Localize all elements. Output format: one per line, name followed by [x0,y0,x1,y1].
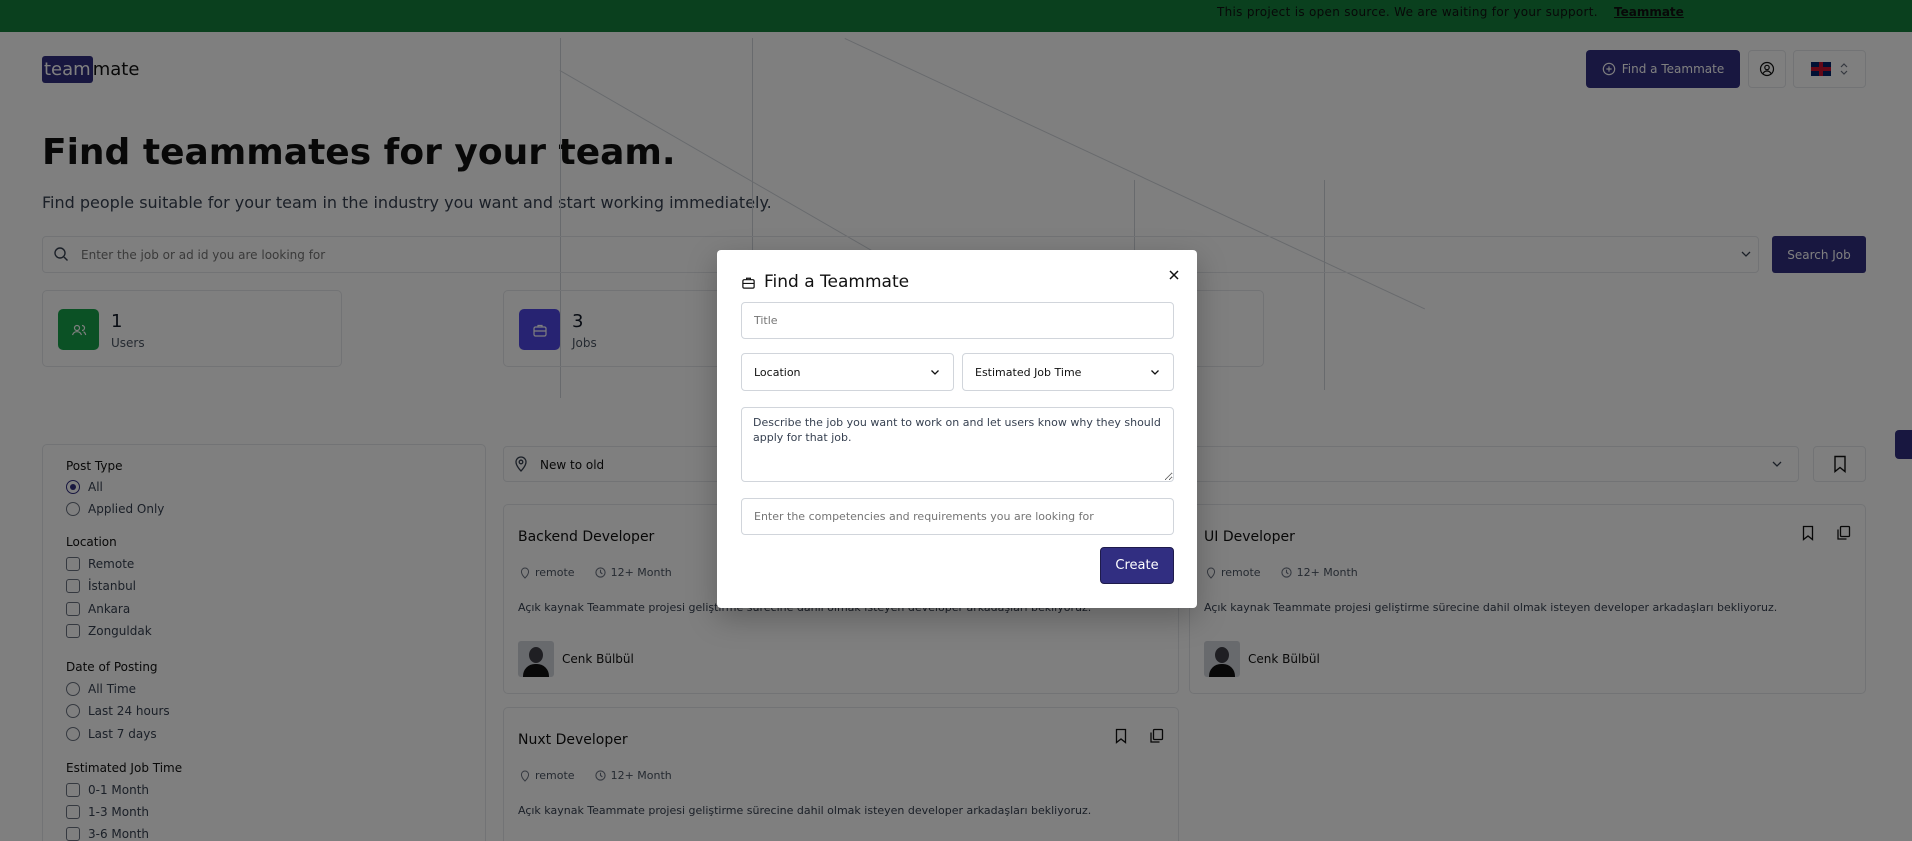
location-select-label: Location [754,365,801,379]
title-input[interactable] [741,302,1174,339]
job-time-select-label: Estimated Job Time [975,365,1082,379]
chevron-down-icon [931,370,939,375]
location-select[interactable]: Location [741,353,954,391]
competencies-input[interactable] [741,498,1174,535]
description-textarea[interactable]: Describe the job you want to work on and… [741,407,1174,482]
modal-title-text: Find a Teammate [764,272,910,292]
modal-title: Find a Teammate [741,272,909,292]
briefcase-icon [742,277,755,289]
job-time-select[interactable]: Estimated Job Time [962,353,1174,391]
close-button[interactable] [1165,266,1183,284]
chevron-down-icon [1151,370,1159,375]
find-teammate-modal: Find a Teammate Location Estimated Job T… [717,250,1197,608]
create-button[interactable]: Create [1100,547,1174,584]
close-icon [1169,270,1179,280]
